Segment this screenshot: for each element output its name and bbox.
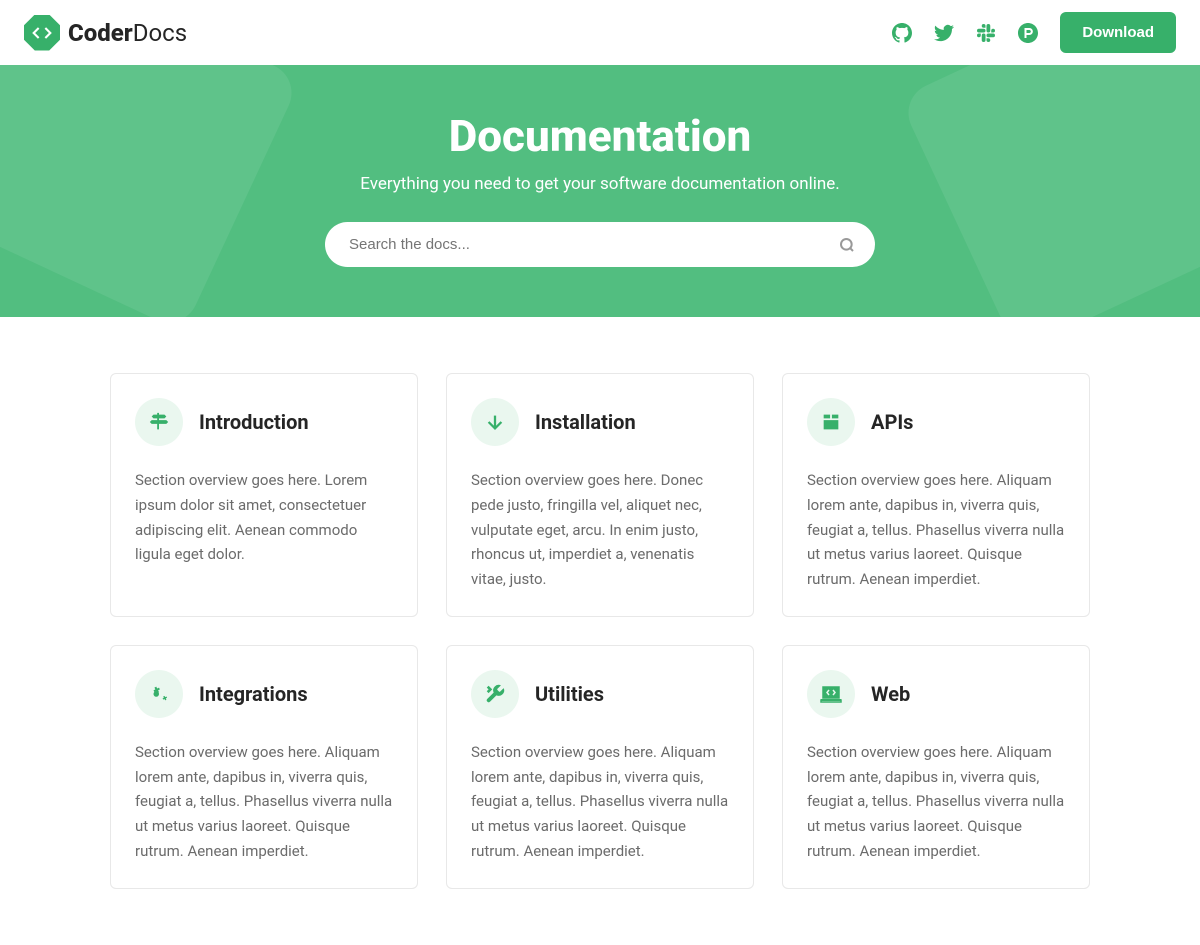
card-text: Section overview goes here. Aliquam lore… bbox=[807, 468, 1065, 592]
logo[interactable]: CoderDocs bbox=[24, 15, 187, 51]
card-header: Web bbox=[807, 670, 1065, 718]
card-text: Section overview goes here. Aliquam lore… bbox=[135, 740, 393, 864]
arrow-down-icon bbox=[471, 398, 519, 446]
card-text: Section overview goes here. Aliquam lore… bbox=[807, 740, 1065, 864]
card-text: Section overview goes here. Lorem ipsum … bbox=[135, 468, 393, 567]
card-text: Section overview goes here. Donec pede j… bbox=[471, 468, 729, 592]
github-icon[interactable] bbox=[892, 23, 912, 43]
card-header: APIs bbox=[807, 398, 1065, 446]
card-title: APIs bbox=[871, 410, 913, 434]
card-header: Installation bbox=[471, 398, 729, 446]
card-title: Utilities bbox=[535, 682, 604, 706]
card-integrations[interactable]: Integrations Section overview goes here.… bbox=[110, 645, 418, 889]
search-box bbox=[325, 222, 875, 267]
logo-text: CoderDocs bbox=[68, 19, 187, 47]
slack-icon[interactable] bbox=[976, 23, 996, 43]
card-text: Section overview goes here. Aliquam lore… bbox=[471, 740, 729, 864]
twitter-icon[interactable] bbox=[934, 23, 954, 43]
card-header: Utilities bbox=[471, 670, 729, 718]
cards-grid: Introduction Section overview goes here.… bbox=[90, 317, 1110, 945]
hero-title: Documentation bbox=[20, 110, 1180, 162]
hero-subtitle: Everything you need to get your software… bbox=[20, 174, 1180, 194]
tools-icon bbox=[471, 670, 519, 718]
hero: Documentation Everything you need to get… bbox=[0, 65, 1200, 317]
search-icon[interactable] bbox=[839, 237, 855, 253]
card-header: Introduction bbox=[135, 398, 393, 446]
cogs-icon bbox=[135, 670, 183, 718]
card-title: Installation bbox=[535, 410, 636, 434]
header-right: Download bbox=[892, 12, 1176, 53]
map-signs-icon bbox=[135, 398, 183, 446]
card-title: Web bbox=[871, 682, 910, 706]
card-apis[interactable]: APIs Section overview goes here. Aliquam… bbox=[782, 373, 1090, 617]
card-installation[interactable]: Installation Section overview goes here.… bbox=[446, 373, 754, 617]
logo-icon bbox=[24, 15, 60, 51]
social-links bbox=[892, 23, 1038, 43]
search-input[interactable] bbox=[325, 222, 875, 267]
card-title: Integrations bbox=[199, 682, 308, 706]
card-title: Introduction bbox=[199, 410, 309, 434]
product-hunt-icon[interactable] bbox=[1018, 23, 1038, 43]
site-header: CoderDocs Download bbox=[0, 0, 1200, 65]
card-web[interactable]: Web Section overview goes here. Aliquam … bbox=[782, 645, 1090, 889]
card-introduction[interactable]: Introduction Section overview goes here.… bbox=[110, 373, 418, 617]
card-utilities[interactable]: Utilities Section overview goes here. Al… bbox=[446, 645, 754, 889]
download-button[interactable]: Download bbox=[1060, 12, 1176, 53]
laptop-code-icon bbox=[807, 670, 855, 718]
card-header: Integrations bbox=[135, 670, 393, 718]
box-icon bbox=[807, 398, 855, 446]
